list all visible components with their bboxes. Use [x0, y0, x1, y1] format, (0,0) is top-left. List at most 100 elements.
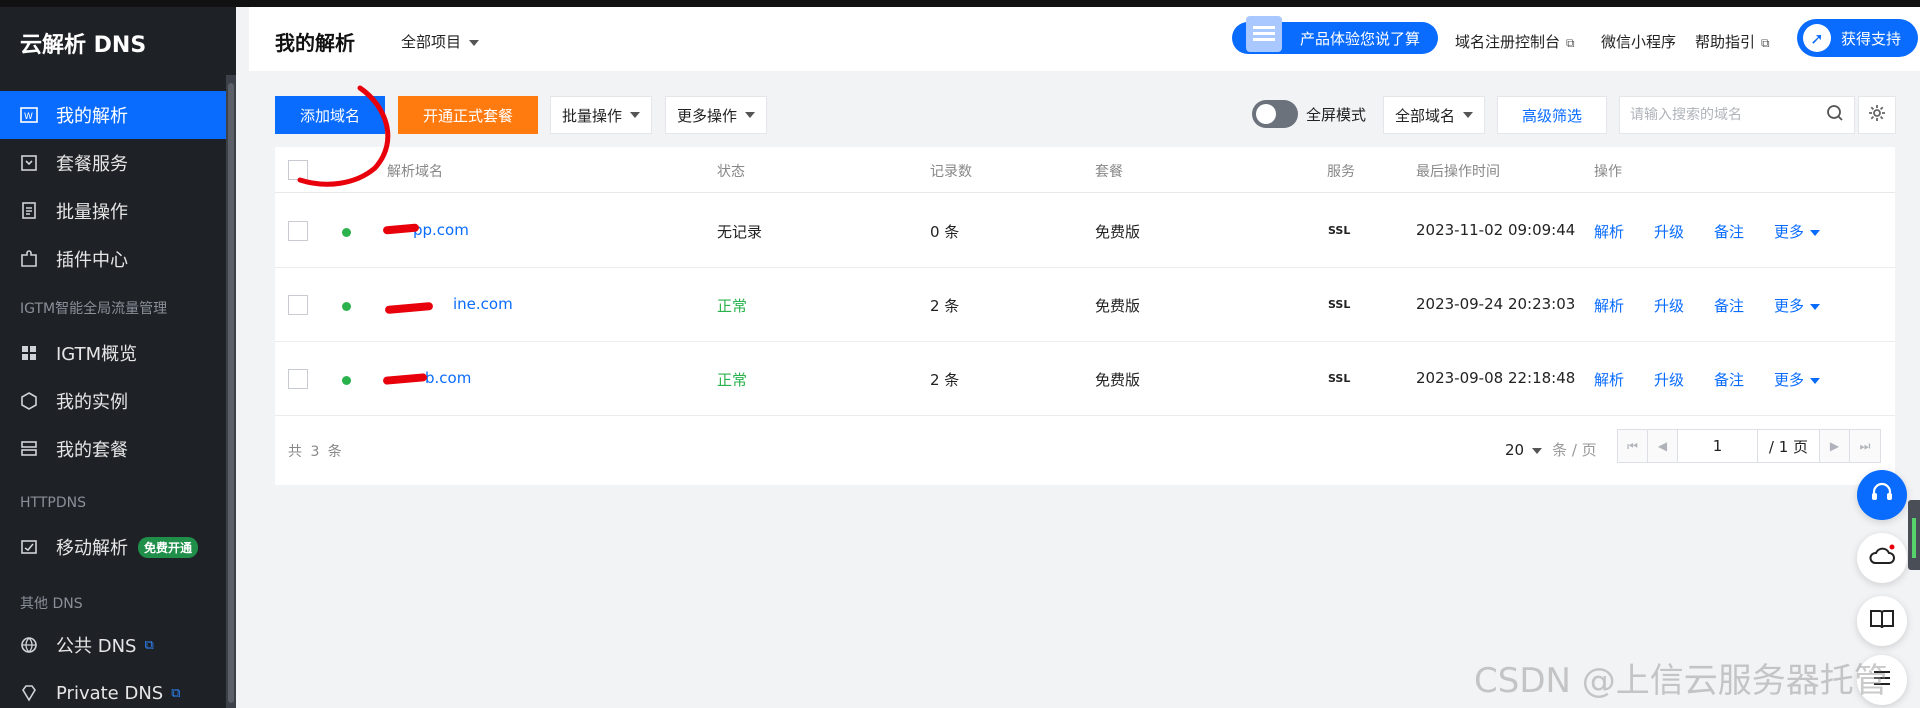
search-input[interactable] — [1630, 107, 1826, 123]
note-link[interactable]: 备注 — [1714, 221, 1744, 242]
stack-icon — [20, 440, 38, 458]
search-icon[interactable] — [1826, 104, 1844, 126]
ssl-service: SSL — [1328, 372, 1351, 385]
last-operation-time: 2023-09-24 20:23:03 — [1416, 295, 1576, 313]
status-text: 正常 — [717, 297, 748, 315]
sidebar-item-label: 我的套餐 — [56, 440, 128, 461]
total-count: 共 3 条 — [288, 444, 344, 460]
more-actions-dropdown[interactable]: 更多 — [1774, 295, 1821, 316]
note-link[interactable]: 备注 — [1714, 295, 1744, 316]
sidebar-item-label: 我的解析 — [56, 106, 128, 127]
fullscreen-toggle[interactable]: 全屏模式 — [1252, 100, 1366, 128]
row-checkbox[interactable] — [288, 369, 308, 389]
upgrade-link[interactable]: 升级 — [1654, 295, 1684, 316]
plan-name: 免费版 — [1095, 297, 1141, 315]
table-row: pp.com 无记录 0 条 免费版 SSL 2023-11-02 09:09:… — [275, 194, 1895, 268]
table-row: b.com 正常 2 条 免费版 SSL 2023-09-08 22:18:48… — [275, 342, 1895, 416]
resolve-link[interactable]: 解析 — [1594, 221, 1624, 242]
brand-title: 云解析 DNS — [20, 33, 147, 58]
more-operation-dropdown[interactable]: 更多操作 — [665, 96, 767, 134]
settings-button[interactable] — [1858, 96, 1896, 134]
sidebar-item-package[interactable]: 套餐服务 — [0, 139, 232, 187]
note-link[interactable]: 备注 — [1714, 369, 1744, 390]
sidebar-item-igtm-overview[interactable]: IGTM概览 — [0, 329, 232, 377]
status-text: 正常 — [717, 371, 748, 389]
last-page-button[interactable]: ⏭ — [1850, 430, 1880, 462]
plan-name: 免费版 — [1095, 223, 1141, 241]
sidebar-item-my-dns[interactable]: W 我的解析 — [0, 91, 232, 139]
row-checkbox[interactable] — [288, 221, 308, 241]
next-page-button[interactable]: ▶ — [1820, 430, 1850, 462]
chevron-down-icon — [630, 112, 640, 118]
sidebar-item-batch[interactable]: 批量操作 — [0, 187, 232, 235]
plugin-icon — [20, 250, 38, 268]
package-icon — [20, 154, 38, 172]
table-row: ine.com 正常 2 条 免费版 SSL 2023-09-24 20:23:… — [275, 268, 1895, 342]
project-select[interactable]: 全部项目 — [401, 31, 480, 52]
sidebar-item-label: Private DNS — [56, 682, 164, 704]
chevron-down-icon — [745, 112, 755, 118]
sidebar-item-public-dns[interactable]: 公共 DNS ⧉ — [0, 621, 232, 669]
external-link-icon: ⧉ — [171, 685, 181, 701]
total-pages: / 1 页 — [1758, 430, 1820, 462]
column-header: 最后操作时间 — [1416, 164, 1500, 180]
toggle-switch[interactable] — [1252, 100, 1298, 128]
page-number-input[interactable]: 1 — [1678, 430, 1758, 462]
dns-record-icon: W — [20, 106, 38, 124]
first-page-button[interactable]: ⏮ — [1618, 430, 1648, 462]
record-count: 2 条 — [930, 371, 960, 389]
svg-text:W: W — [24, 112, 33, 122]
resolve-link[interactable]: 解析 — [1594, 295, 1624, 316]
sidebar-group-igtm: IGTM智能全局流量管理 — [20, 301, 168, 317]
get-support-button[interactable]: ➚ 获得支持 — [1797, 19, 1918, 57]
sidebar-item-mobile-dns[interactable]: 移动解析 免费开通 — [0, 523, 232, 571]
advanced-filter-button[interactable]: 高级筛选 — [1497, 96, 1607, 134]
open-package-button[interactable]: 开通正式套餐 — [398, 96, 538, 134]
domain-filter-dropdown[interactable]: 全部域名 — [1383, 96, 1485, 134]
wechat-miniprogram-link[interactable]: 微信小程序 — [1601, 31, 1676, 52]
document-icon — [1246, 16, 1282, 52]
chevron-down-icon — [1463, 112, 1473, 118]
sidebar-scrollbar[interactable] — [226, 75, 236, 708]
table-header: 解析域名 状态 记录数 套餐 服务 最后操作时间 操作 — [275, 147, 1895, 193]
gear-icon — [1868, 104, 1886, 126]
external-link-icon: ⧉ — [144, 637, 154, 653]
domain-link[interactable]: pp.com — [413, 221, 469, 239]
more-actions-dropdown[interactable]: 更多 — [1774, 221, 1821, 242]
sidebar-item-instances[interactable]: 我的实例 — [0, 377, 232, 425]
headset-icon — [1869, 480, 1895, 510]
customer-service-button[interactable] — [1857, 470, 1907, 520]
upgrade-link[interactable]: 升级 — [1654, 221, 1684, 242]
plan-name: 免费版 — [1095, 371, 1141, 389]
instance-icon — [20, 392, 38, 410]
docs-button[interactable] — [1857, 596, 1907, 646]
domain-link[interactable]: b.com — [425, 369, 471, 387]
domain-link[interactable]: ine.com — [453, 295, 513, 313]
status-text: 无记录 — [717, 223, 763, 241]
prev-page-button[interactable]: ◀ — [1648, 430, 1678, 462]
more-actions-dropdown[interactable]: 更多 — [1774, 369, 1821, 390]
page-size-select[interactable]: 20 条 / 页 — [1505, 439, 1597, 460]
chevron-down-icon — [1532, 447, 1543, 454]
row-checkbox[interactable] — [288, 295, 308, 315]
external-link-icon: ⧉ — [1566, 36, 1575, 50]
sidebar-item-private-dns[interactable]: Private DNS ⧉ — [0, 669, 232, 708]
domain-register-link[interactable]: 域名注册控制台 ⧉ — [1455, 31, 1575, 52]
sidebar-item-my-package[interactable]: 我的套餐 — [0, 425, 232, 473]
feedback-promo-button[interactable]: 产品体验您说了算 — [1232, 16, 1438, 54]
record-count: 0 条 — [930, 223, 960, 241]
search-box — [1619, 96, 1855, 134]
domain-table: 解析域名 状态 记录数 套餐 服务 最后操作时间 操作 pp.com 无记录 0… — [275, 147, 1895, 485]
cloud-assistant-button[interactable] — [1857, 533, 1907, 583]
batch-operation-dropdown[interactable]: 批量操作 — [550, 96, 652, 134]
help-guide-link[interactable]: 帮助指引 ⧉ — [1695, 31, 1770, 52]
ssl-service: SSL — [1328, 224, 1351, 237]
resolve-link[interactable]: 解析 — [1594, 369, 1624, 390]
side-tab[interactable] — [1908, 500, 1920, 570]
sidebar-item-plugin[interactable]: 插件中心 — [0, 235, 232, 283]
redaction-mark — [384, 301, 434, 315]
upgrade-link[interactable]: 升级 — [1654, 369, 1684, 390]
chevron-down-icon — [1810, 229, 1821, 236]
column-header: 状态 — [717, 164, 745, 180]
sidebar-group-other: 其他 DNS — [20, 596, 83, 612]
